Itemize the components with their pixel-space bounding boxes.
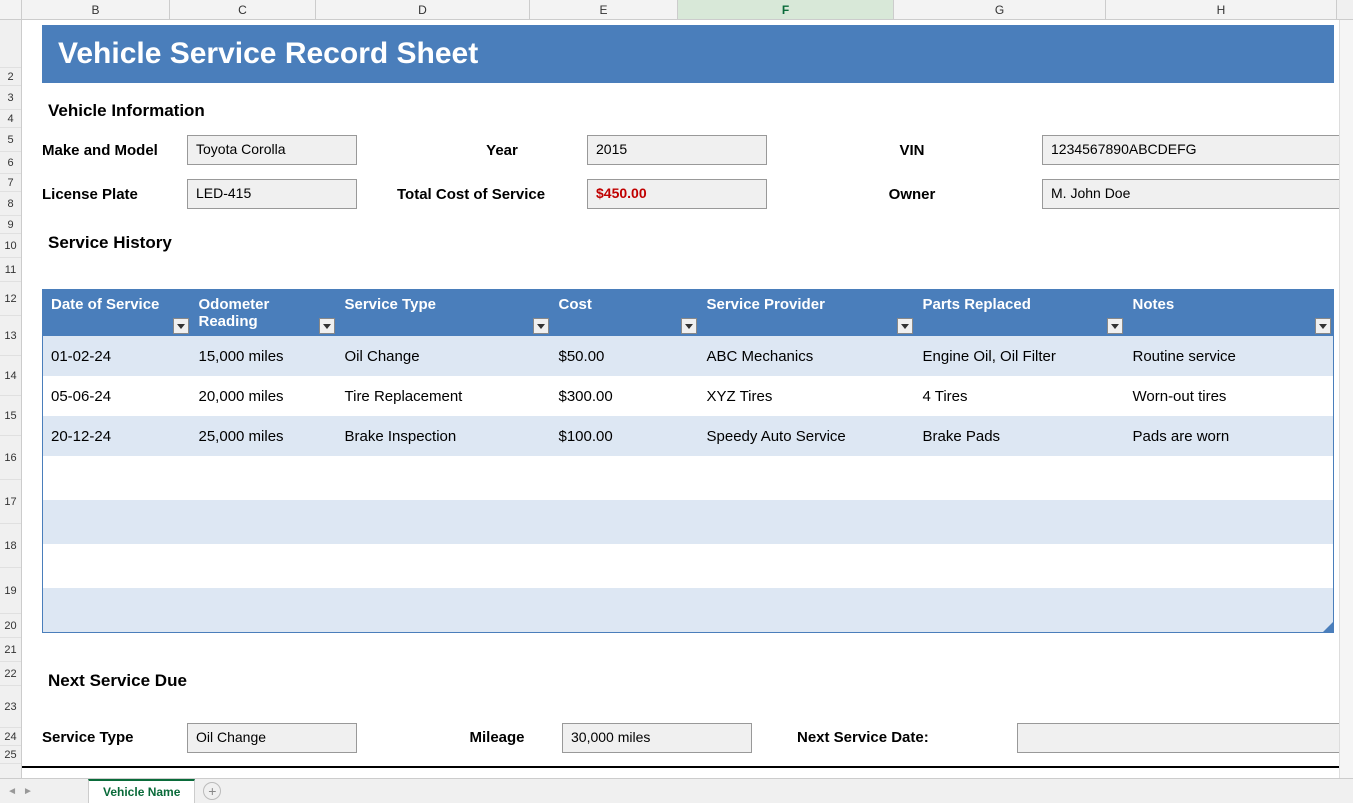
row-header-17[interactable]: 17 <box>0 480 21 524</box>
th-parts[interactable]: Parts Replaced <box>915 290 1125 337</box>
field-next-date[interactable] <box>1017 723 1339 753</box>
row-header-19[interactable]: 19 <box>0 568 21 614</box>
row-header-6[interactable]: 6 <box>0 152 21 174</box>
chevron-left-icon[interactable]: ◄ <box>7 786 17 797</box>
label-make: Make and Model <box>42 142 187 159</box>
col-header-E[interactable]: E <box>530 0 678 19</box>
filter-icon[interactable] <box>1107 318 1123 334</box>
table-row[interactable] <box>43 456 1334 500</box>
column-headers: B C D E F G H <box>0 0 1353 20</box>
table-row[interactable] <box>43 588 1334 632</box>
row-header-9[interactable]: 9 <box>0 216 21 234</box>
label-plate: License Plate <box>42 186 187 203</box>
th-odo[interactable]: Odometer Reading <box>191 290 337 337</box>
col-header-rowcorner[interactable] <box>0 0 22 19</box>
th-cost[interactable]: Cost <box>551 290 699 337</box>
label-next-type: Service Type <box>42 729 187 746</box>
col-header-G[interactable]: G <box>894 0 1106 19</box>
section-service-history: Service History <box>48 233 1334 253</box>
divider <box>22 766 1339 768</box>
field-owner[interactable]: M. John Doe <box>1042 179 1339 209</box>
row-header-4[interactable]: 4 <box>0 110 21 128</box>
th-date[interactable]: Date of Service <box>43 290 191 337</box>
row-header-2[interactable]: 2 <box>0 68 21 86</box>
row-header-12[interactable]: 12 <box>0 282 21 316</box>
label-year: Year <box>417 142 587 159</box>
add-sheet-button[interactable]: + <box>203 782 221 800</box>
filter-icon[interactable] <box>897 318 913 334</box>
label-mileage: Mileage <box>432 729 562 746</box>
field-make[interactable]: Toyota Corolla <box>187 135 357 165</box>
filter-icon[interactable] <box>173 318 189 334</box>
service-history-table: Date of Service Odometer Reading Service… <box>42 289 1334 633</box>
col-header-F[interactable]: F <box>678 0 894 19</box>
row-header-5[interactable]: 5 <box>0 128 21 152</box>
th-type[interactable]: Service Type <box>337 290 551 337</box>
row-header-23[interactable]: 23 <box>0 686 21 728</box>
row-header-24[interactable]: 24 <box>0 728 21 746</box>
label-vin: VIN <box>827 142 997 159</box>
table-resize-handle[interactable] <box>1323 622 1333 632</box>
chevron-right-icon[interactable]: ► <box>23 786 33 797</box>
th-provider[interactable]: Service Provider <box>699 290 915 337</box>
filter-icon[interactable] <box>1315 318 1331 334</box>
col-header-C[interactable]: C <box>170 0 316 19</box>
row-header-13[interactable]: 13 <box>0 316 21 356</box>
table-row[interactable]: 20-12-2425,000 milesBrake Inspection$100… <box>43 416 1334 456</box>
table-row[interactable]: 05-06-2420,000 milesTire Replacement$300… <box>43 376 1334 416</box>
col-header-B[interactable]: B <box>22 0 170 19</box>
field-plate[interactable]: LED-415 <box>187 179 357 209</box>
row-header-20[interactable]: 20 <box>0 614 21 638</box>
section-vehicle-info: Vehicle Information <box>48 101 1334 121</box>
row-headers: 2 3 4 5 6 7 8 9 10 11 12 13 14 15 16 17 … <box>0 20 22 778</box>
col-header-D[interactable]: D <box>316 0 530 19</box>
label-owner: Owner <box>827 186 997 203</box>
sheet-tab[interactable]: Vehicle Name <box>88 779 195 803</box>
row-header-25[interactable]: 25 <box>0 746 21 764</box>
filter-icon[interactable] <box>533 318 549 334</box>
row-header-15[interactable]: 15 <box>0 396 21 436</box>
sheet-tab-bar: ◄ ► Vehicle Name + <box>0 778 1353 803</box>
field-year[interactable]: 2015 <box>587 135 767 165</box>
col-header-H[interactable]: H <box>1106 0 1337 19</box>
row-header-10[interactable]: 10 <box>0 234 21 258</box>
row-header-1[interactable] <box>0 20 21 68</box>
sheet-area[interactable]: Vehicle Service Record Sheet Vehicle Inf… <box>22 20 1339 778</box>
vertical-scrollbar[interactable] <box>1339 20 1353 778</box>
row-header-8[interactable]: 8 <box>0 192 21 216</box>
row-header-22[interactable]: 22 <box>0 662 21 686</box>
field-vin[interactable]: 1234567890ABCDEFG <box>1042 135 1339 165</box>
row-header-14[interactable]: 14 <box>0 356 21 396</box>
page-title: Vehicle Service Record Sheet <box>42 25 1334 83</box>
filter-icon[interactable] <box>681 318 697 334</box>
table-row[interactable]: 01-02-2415,000 milesOil Change$50.00ABC … <box>43 336 1334 376</box>
field-totalcost[interactable]: $450.00 <box>587 179 767 209</box>
label-totalcost: Total Cost of Service <box>397 186 587 203</box>
row-header-16[interactable]: 16 <box>0 436 21 480</box>
label-next-date: Next Service Date: <box>797 729 977 746</box>
section-next-service: Next Service Due <box>48 671 1334 691</box>
table-row[interactable] <box>43 500 1334 544</box>
row-header-18[interactable]: 18 <box>0 524 21 568</box>
field-mileage[interactable]: 30,000 miles <box>562 723 752 753</box>
row-header-3[interactable]: 3 <box>0 86 21 110</box>
field-next-type[interactable]: Oil Change <box>187 723 357 753</box>
row-header-21[interactable]: 21 <box>0 638 21 662</box>
row-header-7[interactable]: 7 <box>0 174 21 192</box>
th-notes[interactable]: Notes <box>1125 290 1334 337</box>
row-header-11[interactable]: 11 <box>0 258 21 282</box>
tab-nav-buttons[interactable]: ◄ ► <box>0 786 40 797</box>
table-row[interactable] <box>43 544 1334 588</box>
filter-icon[interactable] <box>319 318 335 334</box>
